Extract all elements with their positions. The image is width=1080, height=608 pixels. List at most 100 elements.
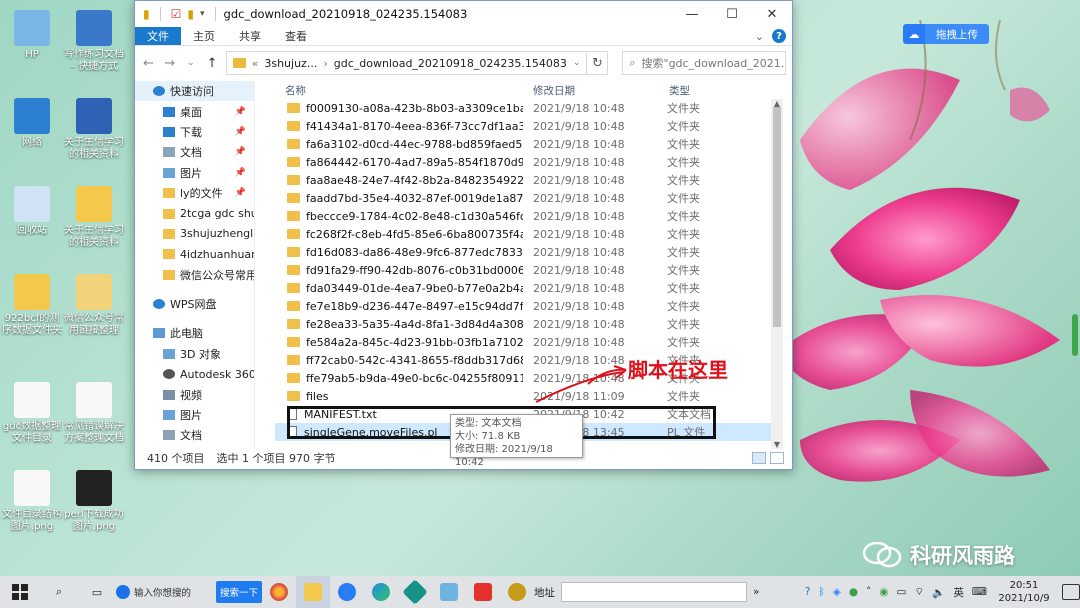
app-icon-wps[interactable] <box>466 576 500 608</box>
tab-home[interactable]: 主页 <box>181 27 227 45</box>
app-icon-gitkraken[interactable] <box>398 576 432 608</box>
taskbar-address-input[interactable] <box>561 582 748 602</box>
notification-icon[interactable] <box>1062 584 1080 600</box>
nav-item[interactable]: WPS网盘 <box>135 294 254 314</box>
desktop-icon[interactable]: perl下载成功图片.png <box>62 470 126 533</box>
app-icon-ultraedit[interactable] <box>500 576 534 608</box>
close-icon[interactable]: ✕ <box>752 1 792 27</box>
app-icon-notes[interactable] <box>432 576 466 608</box>
address-input[interactable]: « 3shujuz... › gdc_download_20210918_024… <box>225 51 588 75</box>
file-row[interactable]: fe7e18b9-d236-447e-8497-e15c94dd7f55 2021… <box>275 297 783 315</box>
nav-item[interactable]: 图片 📌 <box>135 163 254 183</box>
wifi-icon[interactable]: ⌔ <box>911 585 927 599</box>
properties-icon[interactable]: ☑ <box>171 7 182 21</box>
up-icon[interactable]: ↑ <box>204 56 219 71</box>
security-icon[interactable]: ● <box>846 586 861 598</box>
nav-item[interactable]: 文档 📌 <box>135 142 254 162</box>
bluetooth-icon[interactable]: ᛒ <box>815 586 827 598</box>
app-icon-chrome[interactable] <box>262 576 296 608</box>
chevron-down-icon[interactable]: ▾ <box>200 9 205 19</box>
large-icons-view-icon[interactable] <box>770 452 784 464</box>
tab-share[interactable]: 共享 <box>227 27 273 45</box>
browser-search-box[interactable]: 输入你想搜的 <box>116 580 216 604</box>
battery-icon[interactable]: ▭ <box>893 586 909 598</box>
refresh-icon[interactable]: ↻ <box>587 51 609 75</box>
file-row[interactable]: fda03449-01de-4ea7-9be0-b77e0a2b4af9 2021… <box>275 279 783 297</box>
desktop-icon[interactable]: 常见错误解决方案整理文档 <box>62 382 126 445</box>
nav-item[interactable]: 微信公众号常用 <box>135 265 254 285</box>
file-row[interactable]: fe28ea33-5a35-4a4d-8fa1-3d84d4a308ac 2021… <box>275 315 783 333</box>
nav-item[interactable]: 3D 对象 <box>135 344 254 364</box>
breadcrumb-segment[interactable]: 3shujuz... <box>264 57 317 70</box>
minimize-icon[interactable]: — <box>672 1 712 27</box>
maximize-icon[interactable]: ☐ <box>712 1 752 27</box>
app-icon-baidu-netdisk[interactable] <box>330 576 364 608</box>
volume-icon[interactable]: 🔈 <box>929 586 948 599</box>
nav-item[interactable]: 快速访问 <box>135 81 254 102</box>
desktop-icon[interactable]: 写作练习文档 – 快捷方式 <box>62 10 126 73</box>
nav-item[interactable]: 下载 📌 <box>135 122 254 142</box>
vertical-scrollbar[interactable]: ▲ ▼ <box>771 99 783 449</box>
task-view-icon[interactable]: ▭ <box>78 576 116 608</box>
breadcrumb-segment[interactable]: gdc_download_20210918_024235.154083 <box>334 57 567 70</box>
new-folder-icon[interactable]: ▮ <box>187 7 194 21</box>
scrollbar-thumb[interactable] <box>773 107 781 327</box>
file-row[interactable]: fd91fa29-ff90-42db-8076-c0b31bd00060 2021… <box>275 261 783 279</box>
clock[interactable]: 20:51 2021/10/9 <box>992 579 1056 605</box>
nav-item[interactable]: 视频 <box>135 384 254 404</box>
chevron-right-icon[interactable]: » <box>753 586 759 598</box>
column-date[interactable]: 修改日期 <box>523 81 659 99</box>
file-row[interactable]: fc268f2f-c8eb-4fd5-85e6-6ba800735f4a 2021… <box>275 225 783 243</box>
file-row[interactable]: fa6a3102-d0cd-44ec-9788-bd859faed532 2021… <box>275 135 783 153</box>
chevron-down-icon[interactable]: ⌄ <box>755 30 764 43</box>
search-input[interactable]: ⌕ 搜索"gdc_download_2021... <box>622 51 786 75</box>
search-icon[interactable]: ⌕ <box>40 576 78 608</box>
details-view-icon[interactable] <box>752 452 766 464</box>
app-icon-file-explorer[interactable] <box>296 576 331 608</box>
nav-item[interactable]: 4idzhuanhuang <box>135 244 254 264</box>
file-row[interactable]: f0009130-a08a-423b-8b03-a3309ce1bab1 2021… <box>275 99 783 117</box>
nav-item[interactable]: 此电脑 <box>135 323 254 343</box>
nav-item[interactable]: 3shujuzhengli <box>135 224 254 244</box>
help-icon[interactable]: ? <box>772 29 786 43</box>
tab-file[interactable]: 文件 <box>135 27 181 45</box>
keyboard-icon[interactable]: ⌨ <box>969 586 990 598</box>
ime-indicator[interactable]: 英 <box>950 585 967 600</box>
nav-item[interactable]: Autodesk 360 <box>135 364 254 384</box>
file-row[interactable]: faadd7bd-35e4-4032-87ef-0019de1a87eb 2021… <box>275 189 783 207</box>
nav-item[interactable]: ly的文件 📌 <box>135 183 254 203</box>
desktop-icon[interactable]: gdc数据整理文件目录 <box>0 382 64 445</box>
drag-upload-widget[interactable]: ☁ 拖拽上传 <box>903 24 989 44</box>
column-name[interactable]: 名称 <box>275 81 523 99</box>
desktop-icon[interactable]: 回收站 <box>0 186 64 237</box>
nav-item[interactable]: 桌面 📌 <box>135 101 254 121</box>
desktop-icon[interactable]: 关于生信学习的相关资料 <box>62 98 126 161</box>
chevron-down-icon[interactable]: ⌄ <box>183 58 198 68</box>
file-row[interactable]: faa8ae48-24e7-4f42-8b2a-848235492292 2021… <box>275 171 783 189</box>
chevron-up-icon[interactable]: ˄ <box>863 586 874 598</box>
start-button[interactable] <box>0 576 40 608</box>
chevron-down-icon[interactable]: ⌄ <box>573 58 581 68</box>
nav-item[interactable]: 文档 <box>135 425 254 445</box>
tab-view[interactable]: 查看 <box>273 27 319 45</box>
nav-item[interactable]: 图片 <box>135 405 254 425</box>
file-row[interactable]: fd16d083-da86-48e9-9fc6-877edc783309 2021… <box>275 243 783 261</box>
side-panel-handle[interactable] <box>1072 314 1078 356</box>
desktop-icon[interactable]: 网络 <box>0 98 64 149</box>
app-icon-edge[interactable] <box>364 576 398 608</box>
file-row[interactable]: fa864442-6170-4ad7-89a5-854f1870d930 2021… <box>275 153 783 171</box>
file-row[interactable]: f41434a1-8170-4eea-836f-73cc7df1aa38 2021… <box>275 117 783 135</box>
forward-icon[interactable]: → <box>162 56 177 71</box>
shield-icon[interactable]: ◈ <box>830 586 844 598</box>
file-row[interactable]: fbeccce9-1784-4c02-8e48-c1d30a546fc2 2021… <box>275 207 783 225</box>
search-go-button[interactable]: 搜索一下 <box>216 581 263 603</box>
file-row[interactable]: fe584a2a-845c-4d23-91bb-03fb1a710287 2021… <box>275 333 783 351</box>
desktop-icon[interactable]: 922bcf的测序数据文件夹 <box>0 274 64 337</box>
desktop-icon[interactable]: 文件目录结构图片.png <box>0 470 64 533</box>
desktop-icon[interactable]: 关于生信学习的相关资料 <box>62 186 126 249</box>
help-icon[interactable]: ? <box>802 586 814 598</box>
desktop-icon[interactable]: 微信公众号常用链接整理 <box>62 274 126 337</box>
column-type[interactable]: 类型 <box>659 81 759 99</box>
nav-item[interactable]: 2tcga gdc shuju <box>135 203 254 223</box>
desktop-icon[interactable]: HP <box>0 10 64 61</box>
